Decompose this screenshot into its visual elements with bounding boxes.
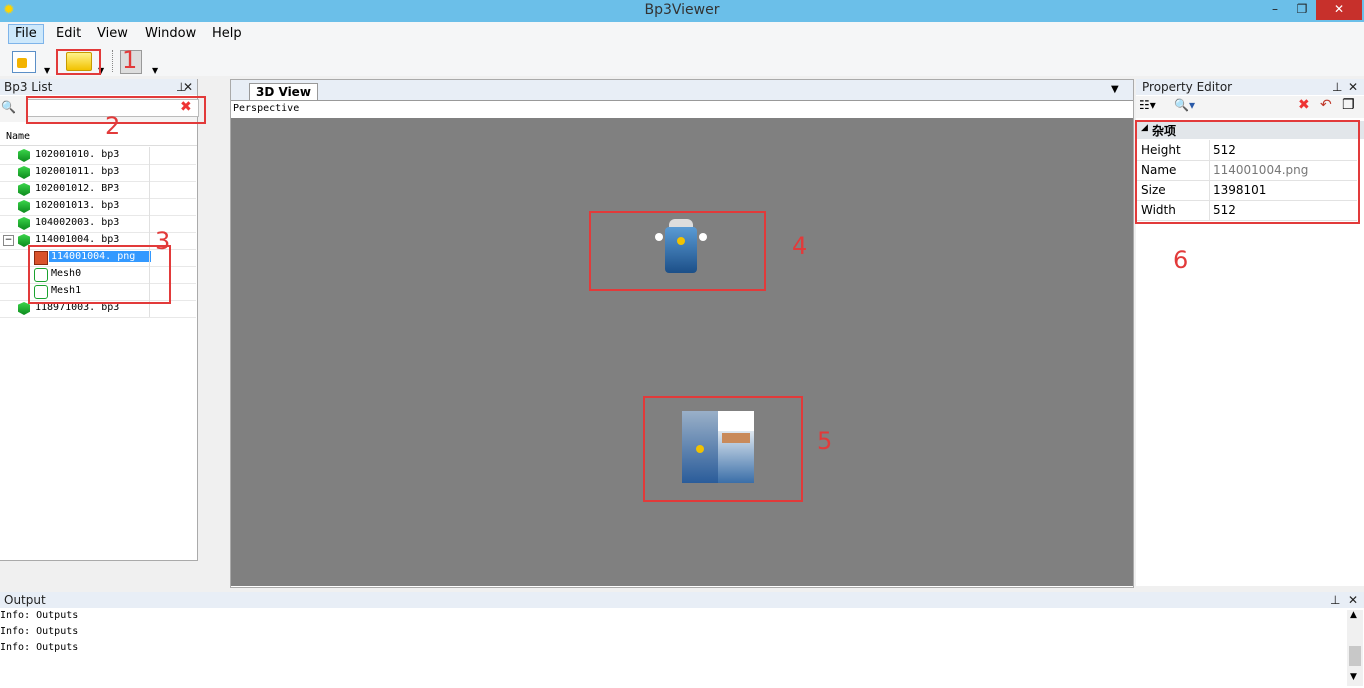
- header-divider: [0, 145, 197, 146]
- open-file-icon[interactable]: [12, 51, 36, 73]
- tab-3d-view[interactable]: 3D View: [249, 83, 318, 100]
- column-divider: [149, 147, 150, 164]
- bp3-list-panel: Bp3 List ⊥ ✕ 🔍 ✖ Name 102001010. bp3 1020…: [0, 79, 206, 561]
- green-gem-icon: [18, 166, 30, 179]
- tab-list-dropdown-icon[interactable]: ▼: [1111, 84, 1119, 95]
- undo-icon[interactable]: ↶: [1320, 97, 1332, 113]
- annotation-number-5: 5: [817, 427, 833, 455]
- property-editor-header: Property Editor ⊥ ✕: [1136, 79, 1364, 95]
- output-line: Info: Outputs: [0, 626, 79, 637]
- output-line: Info: Outputs: [0, 610, 79, 621]
- property-toolbar: ☷▾ 🔍▾ ✖ ↶ ❐: [1136, 96, 1364, 118]
- output-header: Output ⊥ ✕: [0, 592, 1364, 608]
- viewport-tab-strip: 3D View ▼: [231, 80, 1133, 101]
- tree-item[interactable]: 102001010. bp3: [0, 147, 196, 165]
- tree-item[interactable]: 102001011. bp3: [0, 164, 196, 182]
- annotation-number-2: 2: [105, 112, 121, 140]
- window-title: Bp3Viewer: [644, 2, 720, 18]
- annotation-number-4: 4: [792, 232, 808, 260]
- pin-icon[interactable]: ⊥: [1332, 79, 1342, 95]
- tree-item[interactable]: 102001013. bp3: [0, 198, 196, 216]
- menu-help[interactable]: Help: [206, 25, 248, 43]
- bp3-list-header: Bp3 List ⊥ ✕: [0, 79, 197, 95]
- property-editor-title: Property Editor: [1142, 80, 1233, 94]
- pin-icon[interactable]: ⊥: [1330, 592, 1340, 608]
- search-icon[interactable]: 🔍▾: [1174, 98, 1195, 112]
- viewport-panel: 3D View ▼ Perspective 4 5: [230, 79, 1134, 588]
- menu-bar: File Edit View Window Help: [0, 22, 1364, 46]
- tree-item-label: 102001013. bp3: [35, 200, 120, 211]
- tree-item-label: 102001011. bp3: [35, 166, 120, 177]
- output-scrollbar[interactable]: ▲ ▼: [1347, 610, 1363, 686]
- toolbar-separator: [112, 50, 114, 72]
- search-icon[interactable]: 🔍: [1, 100, 16, 114]
- annotation-box-3: [28, 245, 171, 304]
- tree-item-label: 102001010. bp3: [35, 149, 120, 160]
- annotation-number-6: 6: [1173, 246, 1189, 274]
- column-divider: [149, 164, 150, 181]
- tree-item-label: 114001004. bp3: [35, 234, 120, 245]
- close-icon[interactable]: ✕: [1316, 0, 1362, 20]
- copy-icon[interactable]: ❐: [1342, 97, 1355, 113]
- dropdown-arrow-icon[interactable]: ▼: [44, 66, 50, 75]
- collapse-toggle-icon[interactable]: −: [3, 235, 14, 246]
- column-divider: [149, 215, 150, 232]
- toolbar: ▼ ▼ ▼ 1: [0, 46, 1364, 76]
- green-gem-icon: [18, 183, 30, 196]
- annotation-number-3: 3: [155, 227, 171, 255]
- panel-close-icon[interactable]: ✕: [1348, 592, 1358, 608]
- dropdown-arrow-icon[interactable]: ▼: [152, 66, 158, 75]
- green-gem-icon: [18, 217, 30, 230]
- column-divider: [149, 181, 150, 198]
- tree-item[interactable]: 102001012. BP3: [0, 181, 196, 199]
- annotation-box-4: [589, 211, 766, 291]
- output-panel: Output ⊥ ✕ Info: Outputs Info: Outputs I…: [0, 592, 1364, 688]
- column-header-name: Name: [6, 131, 31, 142]
- menu-edit[interactable]: Edit: [50, 25, 87, 43]
- scroll-down-icon[interactable]: ▼: [1350, 672, 1357, 682]
- scroll-up-icon[interactable]: ▲: [1350, 610, 1357, 620]
- annotation-number-1: 1: [122, 46, 138, 74]
- scroll-thumb[interactable]: [1349, 646, 1361, 666]
- annotation-box-5: [643, 396, 803, 502]
- view-mode-label: Perspective: [233, 103, 300, 114]
- panel-close-icon[interactable]: ✕: [1348, 79, 1358, 95]
- delete-icon[interactable]: ✖: [1298, 97, 1310, 113]
- menu-window[interactable]: Window: [139, 25, 202, 43]
- column-divider: [149, 198, 150, 215]
- tree-item-label: 104002003. bp3: [35, 217, 120, 228]
- bp3-list-title: Bp3 List: [4, 80, 53, 94]
- title-bar: ✹ Bp3Viewer – ❐ ✕: [0, 0, 1364, 22]
- annotation-box-1: [56, 49, 101, 75]
- panel-close-icon[interactable]: ✕: [183, 79, 193, 95]
- viewport-canvas[interactable]: 4 5: [231, 118, 1133, 586]
- output-line: Info: Outputs: [0, 642, 79, 653]
- menu-file[interactable]: File: [8, 24, 44, 44]
- annotation-box-6: [1135, 120, 1360, 224]
- green-gem-icon: [18, 200, 30, 213]
- restore-icon[interactable]: ❐: [1289, 0, 1315, 20]
- menu-view[interactable]: View: [91, 25, 134, 43]
- minimize-icon[interactable]: –: [1262, 0, 1288, 20]
- categorized-view-icon[interactable]: ☷▾: [1139, 98, 1156, 112]
- green-gem-icon: [18, 149, 30, 162]
- output-title: Output: [4, 593, 46, 607]
- tree-item-label: 102001012. BP3: [35, 183, 120, 194]
